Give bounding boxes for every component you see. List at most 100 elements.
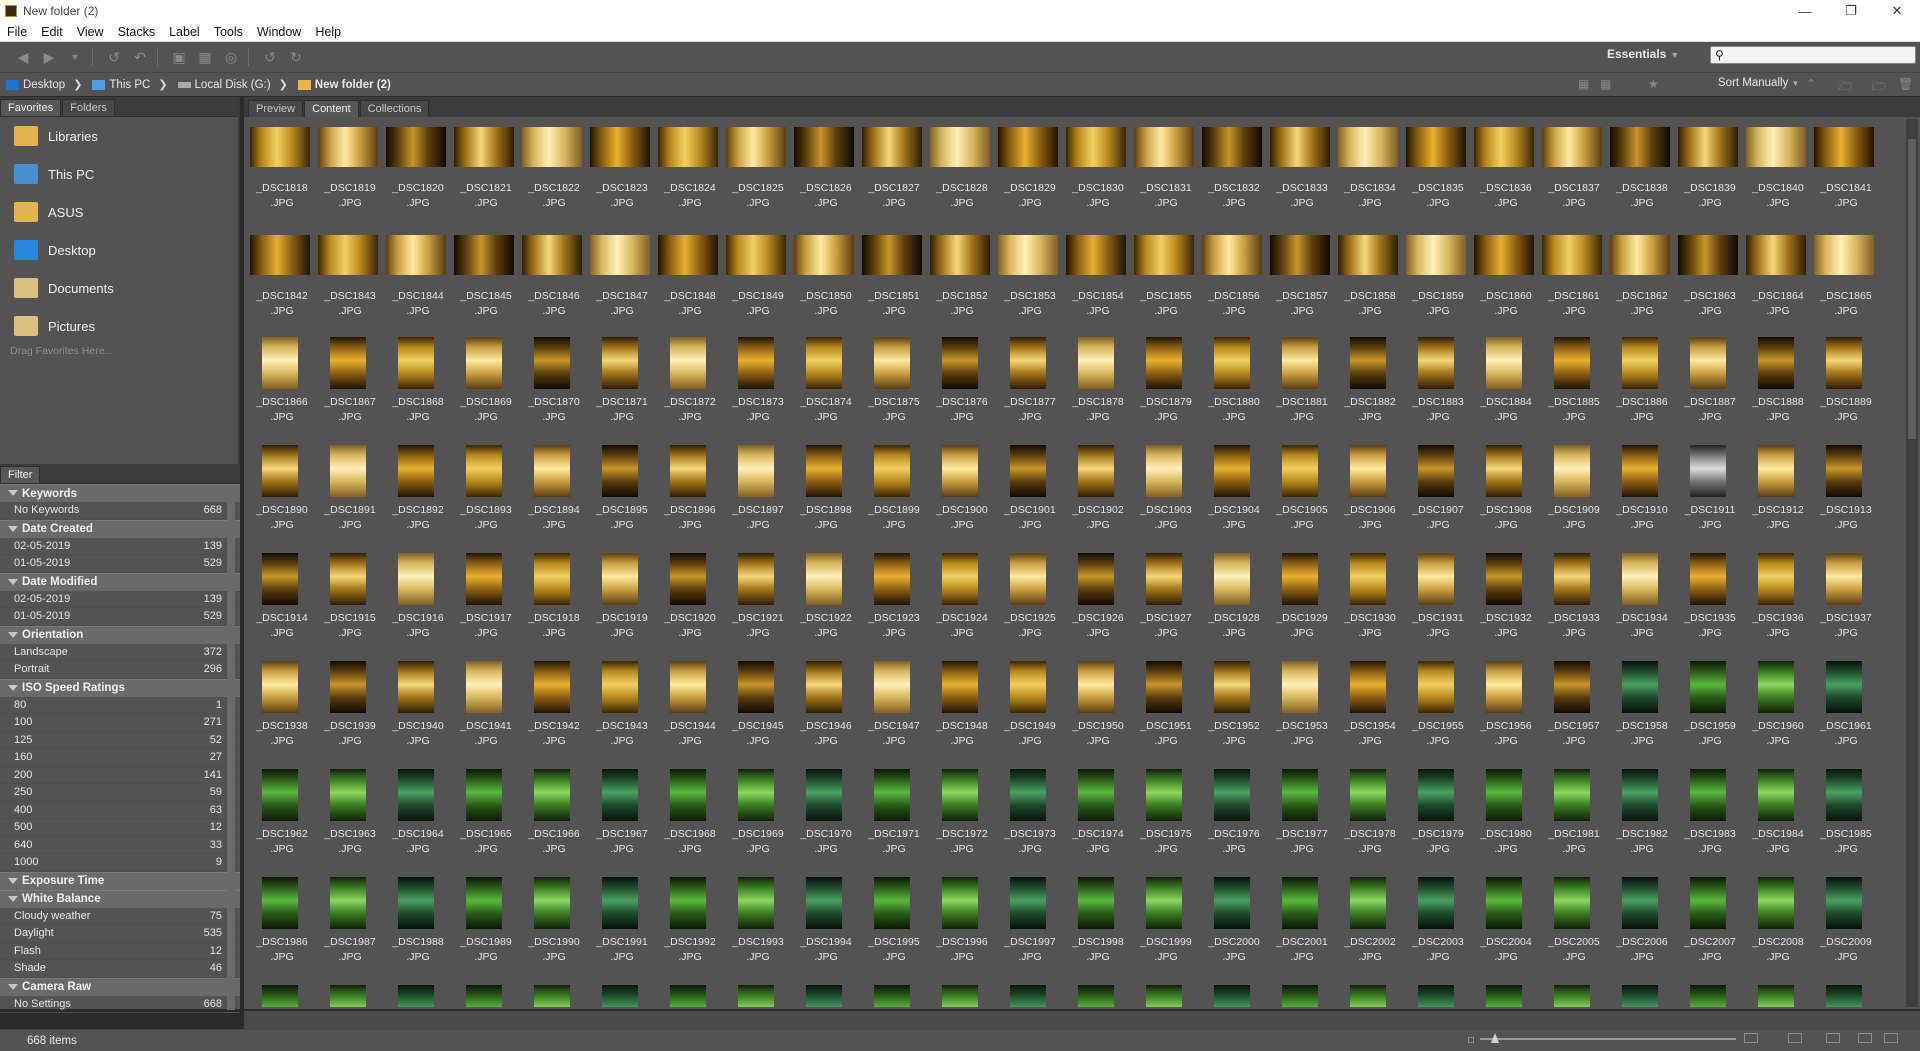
thumbnail-item[interactable]: _DSC1957 .JPG — [1540, 657, 1608, 765]
thumbnail-image[interactable] — [1270, 235, 1330, 275]
thumbnail-image[interactable] — [602, 553, 638, 605]
thumbnail-image[interactable] — [1350, 985, 1386, 1007]
filter-row[interactable]: 125 52 — [0, 732, 240, 749]
thumbnail-image[interactable] — [1282, 769, 1318, 821]
filter-section-header[interactable]: Date Created — [0, 519, 240, 538]
delete-icon[interactable]: 🗑 — [1898, 77, 1913, 91]
thumbnail-item[interactable]: _DSC1976 .JPG — [1200, 765, 1268, 873]
filter-row[interactable]: No Keywords 668 — [0, 502, 240, 520]
favorite-asus[interactable]: ASUS — [0, 193, 238, 231]
thumbnail-item[interactable]: _DSC1981 .JPG — [1540, 765, 1608, 873]
thumbnail-image[interactable] — [1554, 877, 1590, 929]
thumbnail-image[interactable] — [874, 337, 910, 389]
thumbnail-image[interactable] — [1554, 661, 1590, 713]
thumbnail-item[interactable]: _DSC1980 .JPG — [1472, 765, 1540, 873]
thumbnail-image[interactable] — [1078, 445, 1114, 497]
grid-view-icon[interactable] — [1788, 1033, 1802, 1043]
thumbnail-image[interactable] — [1066, 235, 1126, 275]
filter-section-header[interactable]: Orientation — [0, 625, 240, 644]
thumbnail-image[interactable] — [1418, 985, 1454, 1007]
thumbnail-image[interactable] — [1010, 985, 1046, 1007]
thumbnail-item[interactable]: _DSC1901 .JPG — [996, 441, 1064, 549]
thumbnail-item[interactable]: _DSC1906 .JPG — [1336, 441, 1404, 549]
thumbnail-image[interactable] — [1350, 769, 1386, 821]
thumbnail-item[interactable]: _DSC2013.JPG — [452, 981, 520, 1007]
restore-icon[interactable]: ❐ — [1828, 0, 1874, 22]
thumbnail-image[interactable] — [1010, 661, 1046, 713]
thumbnail-image[interactable] — [534, 661, 570, 713]
thumbnail-item[interactable]: _DSC2015.JPG — [588, 981, 656, 1007]
thumbnail-image[interactable] — [874, 661, 910, 713]
new-folder-icon[interactable]: 🗁 — [1872, 77, 1887, 93]
thumbnail-item[interactable]: _DSC1971 .JPG — [860, 765, 928, 873]
thumbnail-item[interactable]: _DSC2004 .JPG — [1472, 873, 1540, 981]
thumbnail-item[interactable]: _DSC1842 .JPG — [248, 225, 316, 333]
thumbnail-image[interactable] — [602, 877, 638, 929]
thumbnail-item[interactable]: _DSC1819 .JPG — [316, 117, 384, 225]
minimize-icon[interactable]: — — [1782, 0, 1828, 22]
thumbnail-image[interactable] — [1610, 235, 1670, 275]
thumbnail-item[interactable]: _DSC1878 .JPG — [1064, 333, 1132, 441]
thumbnail-image[interactable] — [1010, 877, 1046, 929]
thumbnail-image[interactable] — [670, 445, 706, 497]
tab-favorites[interactable]: Favorites — [0, 99, 62, 116]
thumbnail-image[interactable] — [1338, 127, 1398, 167]
thumbnail-image[interactable] — [466, 445, 502, 497]
thumbnail-item[interactable]: _DSC1860 .JPG — [1472, 225, 1540, 333]
thumbnail-item[interactable]: _DSC2022.JPG — [1064, 981, 1132, 1007]
thumbnail-item[interactable]: _DSC1836 .JPG — [1472, 117, 1540, 225]
thumbnail-image[interactable] — [386, 235, 446, 275]
thumbnail-item[interactable]: _DSC1907 .JPG — [1404, 441, 1472, 549]
thumbnail-item[interactable]: _DSC1887 .JPG — [1676, 333, 1744, 441]
chevron-right-icon[interactable]: ❯ — [154, 78, 171, 91]
thumbnail-image[interactable] — [1146, 877, 1182, 929]
thumbnail-image[interactable] — [466, 985, 502, 1007]
thumbnail-item[interactable]: _DSC2023.JPG — [1132, 981, 1200, 1007]
thumbnail-image[interactable] — [1146, 661, 1182, 713]
thumbnail-size-slider[interactable] — [1480, 1038, 1736, 1040]
thumbnail-item[interactable]: _DSC1990 .JPG — [520, 873, 588, 981]
thumbnail-image[interactable] — [398, 769, 434, 821]
rotate-left-icon[interactable]: ↺ — [259, 46, 281, 68]
thumbnail-image[interactable] — [1350, 337, 1386, 389]
thumbnail-image[interactable] — [1214, 445, 1250, 497]
search-input[interactable]: ⚲ — [1710, 46, 1916, 64]
thumbnail-image[interactable] — [1078, 769, 1114, 821]
thumbnail-image[interactable] — [1282, 337, 1318, 389]
filter-section-header[interactable]: White Balance — [0, 889, 240, 908]
thumbnail-item[interactable]: _DSC1918 .JPG — [520, 549, 588, 657]
thumbnail-image[interactable] — [1010, 769, 1046, 821]
thumbnail-image[interactable] — [1610, 127, 1670, 167]
thumbnail-item[interactable]: _DSC1821 .JPG — [452, 117, 520, 225]
thumbnail-item[interactable]: _DSC1967 .JPG — [588, 765, 656, 873]
thumbnail-item[interactable]: _DSC1985 .JPG — [1812, 765, 1880, 873]
thumbnail-item[interactable]: _DSC1951 .JPG — [1132, 657, 1200, 765]
thumbnail-image[interactable] — [874, 445, 910, 497]
thumbnail-item[interactable]: _DSC1966 .JPG — [520, 765, 588, 873]
thumbnail-image[interactable] — [1134, 127, 1194, 167]
thumbnail-item[interactable]: _DSC1909 .JPG — [1540, 441, 1608, 549]
thumbnail-image[interactable] — [454, 127, 514, 167]
thumbnail-item[interactable]: _DSC2028.JPG — [1472, 981, 1540, 1007]
thumbnail-item[interactable]: _DSC1818 .JPG — [248, 117, 316, 225]
list-view-icon[interactable] — [1858, 1033, 1872, 1043]
thumbnail-image[interactable] — [1078, 985, 1114, 1007]
thumbnail-image[interactable] — [330, 985, 366, 1007]
thumbnail-image[interactable] — [1350, 877, 1386, 929]
thumbnail-item[interactable]: _DSC1961 .JPG — [1812, 657, 1880, 765]
thumbnail-item[interactable]: _DSC1975 .JPG — [1132, 765, 1200, 873]
menu-help[interactable]: Help — [308, 25, 348, 39]
thumbnail-item[interactable]: _DSC1882 .JPG — [1336, 333, 1404, 441]
thumbnail-image[interactable] — [330, 445, 366, 497]
thumbnail-item[interactable]: _DSC1866 .JPG — [248, 333, 316, 441]
thumbnail-image[interactable] — [1746, 127, 1806, 167]
thumbnail-image[interactable] — [398, 661, 434, 713]
thumbnail-item[interactable]: _DSC1937 .JPG — [1812, 549, 1880, 657]
filter-row[interactable]: 100 271 — [0, 714, 240, 732]
filter-row[interactable]: 640 33 — [0, 837, 240, 854]
thumbnail-image[interactable] — [466, 661, 502, 713]
thumbnail-image[interactable] — [1282, 445, 1318, 497]
new-folder-icon[interactable]: 🗁 — [1838, 77, 1853, 93]
thumbnail-item[interactable]: _DSC1959 .JPG — [1676, 657, 1744, 765]
thumbnail-item[interactable]: _DSC1837 .JPG — [1540, 117, 1608, 225]
